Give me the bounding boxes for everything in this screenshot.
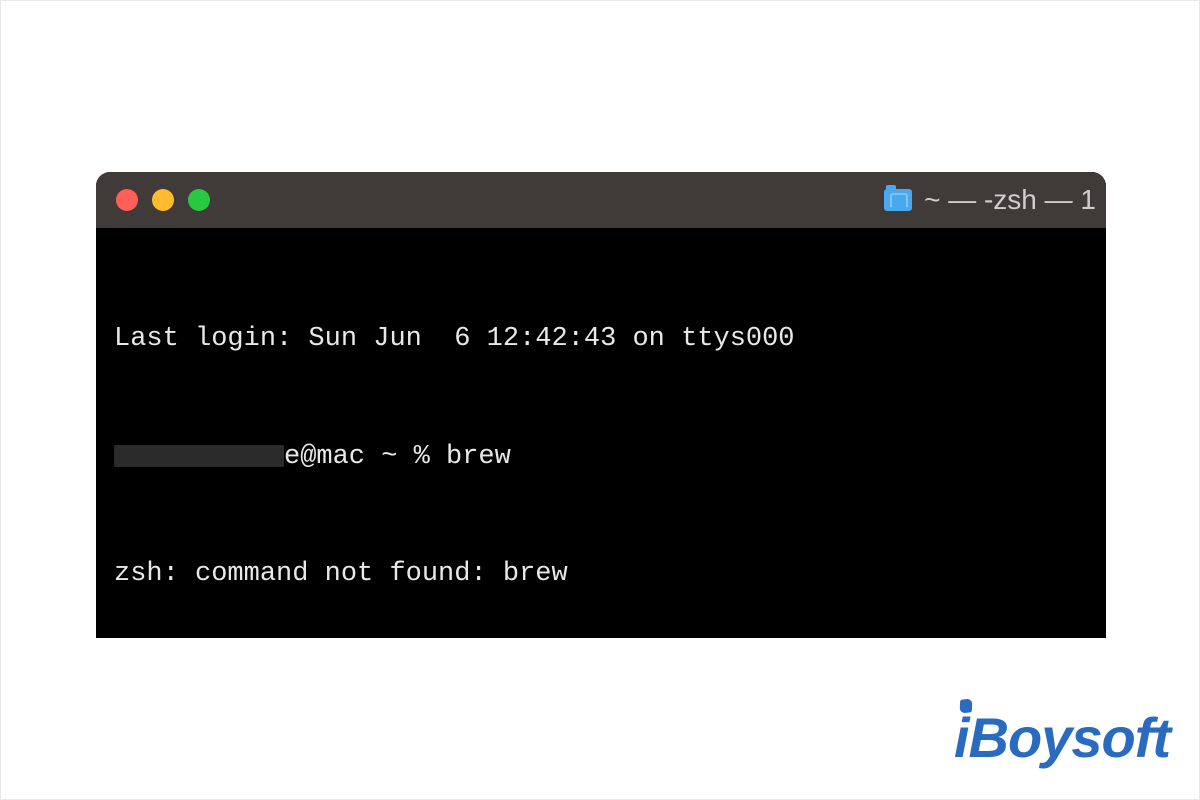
- terminal-line-login: Last login: Sun Jun 6 12:42:43 on ttys00…: [114, 320, 1088, 359]
- traffic-lights: [116, 189, 210, 211]
- watermark-i: i: [954, 705, 969, 770]
- terminal-line-prompt-1: e@mac ~ % brew: [114, 438, 1088, 477]
- watermark-rest: oysoft: [1008, 705, 1170, 770]
- watermark-b: B: [969, 705, 1008, 770]
- window-titlebar[interactable]: ~ — -zsh — 1: [96, 172, 1106, 228]
- folder-icon: [884, 189, 912, 211]
- close-icon[interactable]: [116, 189, 138, 211]
- redacted-username-1: [114, 445, 284, 467]
- watermark-logo: iBoysoft: [954, 705, 1170, 770]
- command-entered: brew: [446, 442, 511, 472]
- minimize-icon[interactable]: [152, 189, 174, 211]
- maximize-icon[interactable]: [188, 189, 210, 211]
- terminal-window: ~ — -zsh — 1 Last login: Sun Jun 6 12:42…: [96, 172, 1106, 638]
- terminal-body[interactable]: Last login: Sun Jun 6 12:42:43 on ttys00…: [96, 228, 1106, 638]
- prompt-1-suffix: e@mac ~ %: [284, 442, 446, 472]
- window-title: ~ — -zsh — 1: [884, 172, 1096, 228]
- title-text: ~ — -zsh — 1: [924, 184, 1096, 216]
- terminal-line-error: zsh: command not found: brew: [114, 555, 1088, 594]
